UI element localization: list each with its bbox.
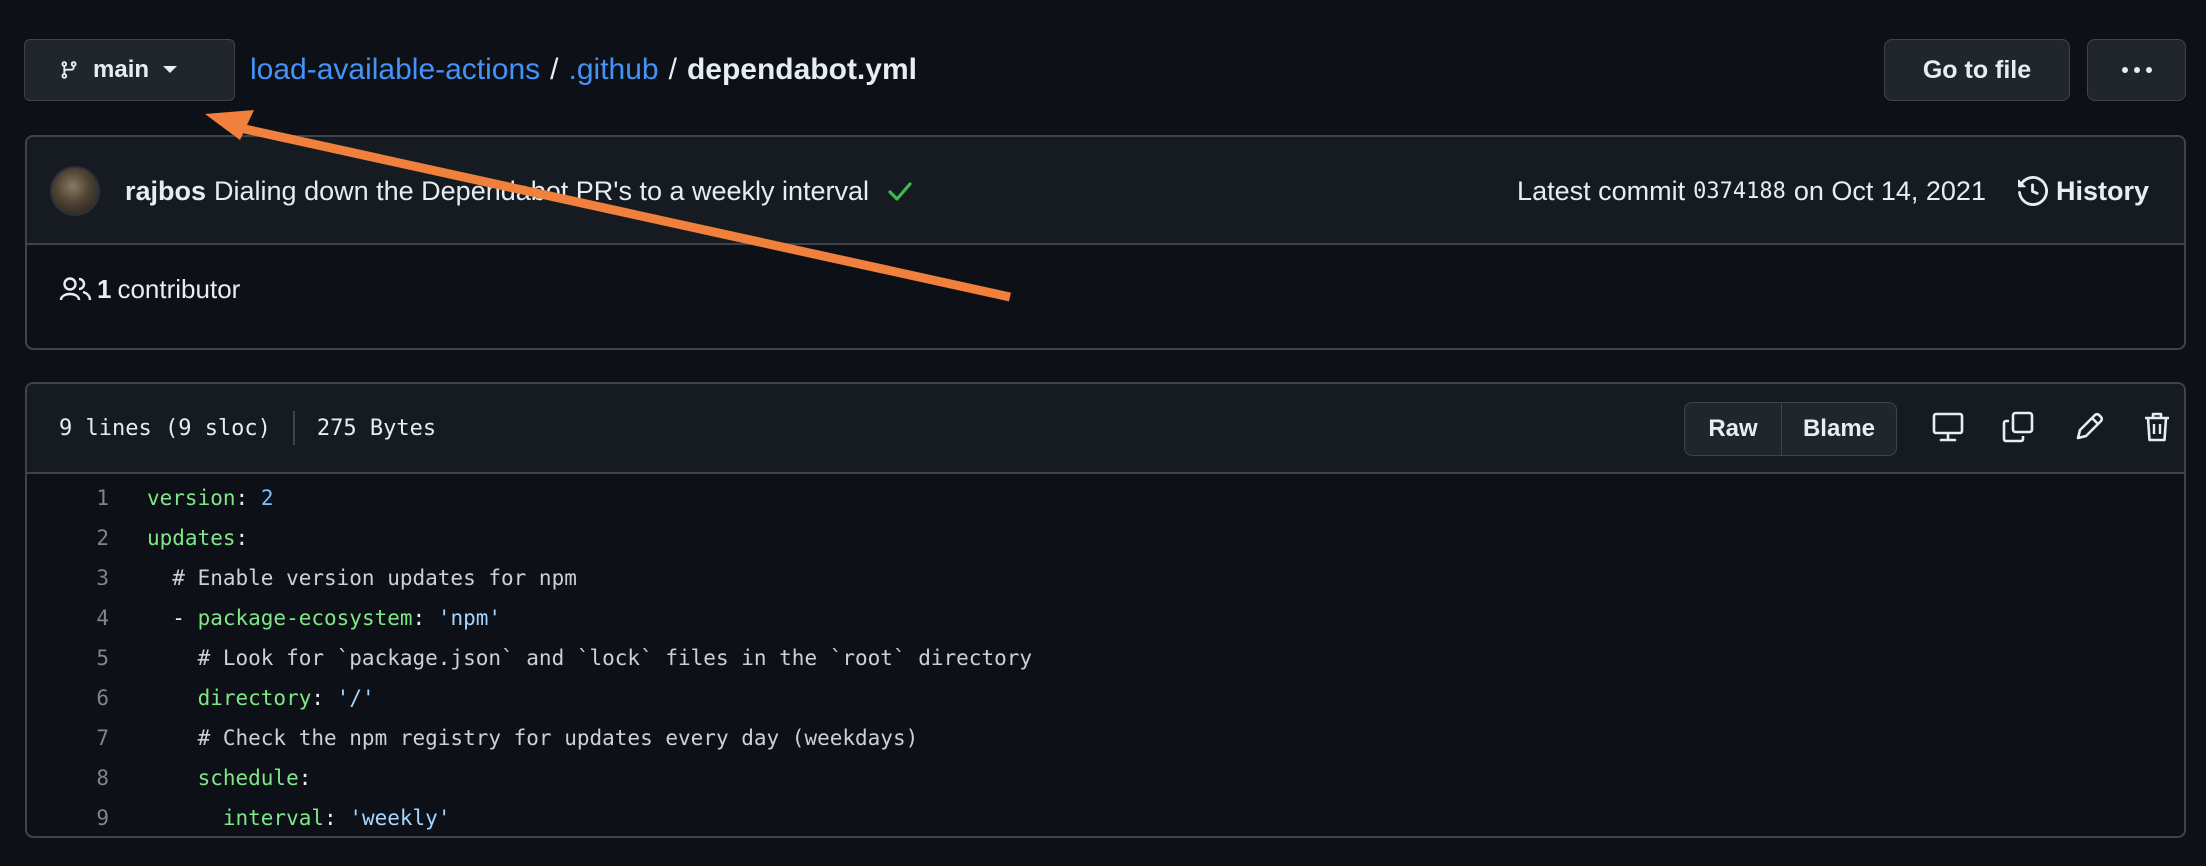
raw-blame-group: Raw Blame — [1684, 402, 1897, 456]
breadcrumb-separator: / — [668, 53, 677, 86]
code-line: 1 version: 2 — [27, 478, 2184, 518]
file-box: 9 lines (9 sloc) 275 Bytes Raw Blame 1 v… — [25, 382, 2186, 838]
commit-header: rajbos Dialing down the Dependabot PR's … — [27, 137, 2184, 245]
code-line: 4 - package-ecosystem: 'npm' — [27, 598, 2184, 638]
branch-selector-button[interactable]: main — [24, 39, 235, 101]
copy-icon — [2001, 410, 2035, 444]
line-number[interactable]: 3 — [27, 566, 109, 590]
commit-sha[interactable]: 0374188 — [1693, 179, 1786, 204]
line-number[interactable]: 1 — [27, 486, 109, 510]
file-line-count: 9 lines (9 sloc) — [59, 415, 271, 441]
commit-date: on Oct 14, 2021 — [1793, 175, 1986, 206]
check-icon[interactable] — [887, 180, 913, 202]
history-icon — [2017, 176, 2048, 206]
code-line: 7 # Check the npm registry for updates e… — [27, 718, 2184, 758]
file-size: 275 Bytes — [316, 415, 437, 441]
breadcrumb-file-name: dependabot.yml — [686, 53, 917, 86]
delete-file-button[interactable] — [2142, 410, 2172, 444]
contributor-label: contributor — [117, 273, 241, 304]
breadcrumb-repo-link[interactable]: load-available-actions — [250, 53, 540, 87]
line-number[interactable]: 8 — [27, 766, 109, 790]
divider — [292, 411, 295, 445]
commit-box: rajbos Dialing down the Dependabot PR's … — [25, 135, 2186, 350]
contributors-row[interactable]: 1 contributor — [59, 267, 240, 311]
line-number[interactable]: 9 — [27, 806, 109, 830]
people-icon — [59, 276, 93, 302]
line-number[interactable]: 5 — [27, 646, 109, 670]
kebab-horizontal-icon — [2121, 66, 2153, 74]
latest-commit-label: Latest commit — [1517, 175, 1686, 206]
code-line: 5 # Look for `package.json` and `lock` f… — [27, 638, 2184, 678]
file-header: 9 lines (9 sloc) 275 Bytes Raw Blame — [27, 384, 2184, 474]
pencil-icon — [2072, 410, 2106, 444]
raw-button[interactable]: Raw — [1685, 403, 1782, 455]
code-line: 8 schedule: — [27, 758, 2184, 798]
code-line: 2 updates: — [27, 518, 2184, 558]
blame-button[interactable]: Blame — [1782, 403, 1896, 455]
code-view: 1 version: 2 2 updates: 3 # Enable versi… — [27, 477, 2184, 836]
history-link[interactable]: History — [2017, 175, 2149, 207]
history-label: History — [2055, 175, 2149, 206]
breadcrumb-separator: / — [550, 53, 559, 86]
go-to-file-button[interactable]: Go to file — [1884, 39, 2070, 101]
trash-icon — [2142, 410, 2172, 444]
code-line: 9 interval: 'weekly' — [27, 798, 2184, 836]
line-number[interactable]: 4 — [27, 606, 109, 630]
line-number[interactable]: 6 — [27, 686, 109, 710]
display-rendered-button[interactable] — [1931, 410, 1965, 444]
more-options-button[interactable] — [2087, 39, 2186, 101]
line-number[interactable]: 7 — [27, 726, 109, 750]
commit-author[interactable]: rajbos — [125, 176, 206, 207]
edit-file-button[interactable] — [2072, 410, 2106, 444]
breadcrumb: load-available-actions / .github / depen… — [250, 50, 917, 90]
code-line: 3 # Enable version updates for npm — [27, 558, 2184, 598]
avatar[interactable] — [50, 166, 100, 216]
commit-message[interactable]: Dialing down the Dependabot PR's to a we… — [214, 176, 869, 207]
branch-name: main — [93, 56, 150, 83]
breadcrumb-folder-link[interactable]: .github — [569, 53, 659, 87]
copy-raw-button[interactable] — [2001, 410, 2035, 444]
contributor-count: 1 — [97, 273, 112, 304]
desktop-icon — [1931, 410, 1965, 444]
git-branch-icon — [59, 59, 79, 81]
line-number[interactable]: 2 — [27, 526, 109, 550]
code-line: 6 directory: '/' — [27, 678, 2184, 718]
chevron-down-icon — [163, 66, 178, 74]
